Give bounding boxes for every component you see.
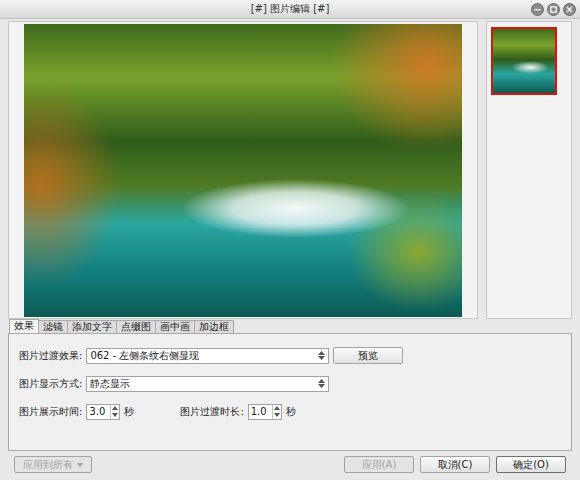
footer: 应用到所有 应用(A) 取消(C) 确定(O) bbox=[8, 451, 572, 473]
dropdown-arrow-icon[interactable] bbox=[318, 351, 325, 360]
spin-up-icon[interactable] bbox=[274, 406, 280, 410]
dialog-button[interactable]: 确定(O) bbox=[496, 456, 566, 473]
spin-up-icon[interactable] bbox=[112, 406, 118, 410]
maximize-icon[interactable] bbox=[547, 3, 560, 16]
dropdown-arrow-icon[interactable] bbox=[77, 463, 83, 467]
effect-panel: 图片过渡效果:062 - 左侧条纹右侧显现预览图片显示方式:静态显示图片展示时间… bbox=[8, 333, 572, 451]
duration-spinbox[interactable]: 1.0 bbox=[248, 404, 282, 420]
thumbnail[interactable] bbox=[491, 27, 557, 95]
tab[interactable]: 效果 bbox=[9, 319, 39, 333]
picture-edit-window: [#] 图片编辑 [#] 效果滤镜添加文字点缀图画中画加边框图片过渡效果: 062 … bbox=[0, 0, 580, 480]
display-label: 图片显示方式: bbox=[19, 377, 82, 391]
tab[interactable]: 滤镜 bbox=[38, 320, 68, 333]
spin-down-icon[interactable] bbox=[274, 413, 280, 417]
thumbnail-list bbox=[486, 21, 572, 319]
preview-photo bbox=[24, 24, 462, 317]
dialog-button[interactable]: 应用(A) bbox=[344, 456, 414, 473]
spin-arrows bbox=[110, 405, 119, 419]
transition-select[interactable]: 062 - 左侧条纹右侧显现 bbox=[86, 348, 329, 364]
preview-panel bbox=[8, 21, 478, 319]
minimize-icon[interactable] bbox=[531, 3, 544, 16]
title-bar: [#] 图片编辑 [#] bbox=[0, 0, 580, 19]
preview-area bbox=[8, 21, 572, 319]
window-title: [#] 图片编辑 [#] bbox=[251, 2, 330, 16]
tab[interactable]: 点缀图 bbox=[116, 320, 156, 333]
tab-bar: 效果滤镜添加文字点缀图画中画加边框 bbox=[8, 319, 572, 333]
display-select[interactable]: 静态显示 bbox=[86, 376, 329, 392]
display-row: 图片显示方式: 静态显示 bbox=[19, 375, 561, 392]
dropdown-arrow-icon[interactable] bbox=[318, 379, 325, 388]
tab[interactable]: 加边框 bbox=[194, 320, 234, 333]
transition-label: 图片过渡效果: bbox=[19, 349, 82, 363]
duration-unit: 秒 bbox=[124, 405, 134, 419]
spin-arrows bbox=[272, 405, 281, 419]
dialog-button[interactable]: 取消(C) bbox=[420, 456, 490, 473]
window-controls bbox=[531, 3, 576, 16]
close-icon[interactable] bbox=[563, 3, 576, 16]
body: 效果滤镜添加文字点缀图画中画加边框图片过渡效果: 062 - 左侧条纹右侧显现预览… bbox=[0, 19, 580, 480]
preview-button[interactable]: 预览 bbox=[333, 347, 403, 364]
duration-row: 图片展示时间: 3.0 秒 图片过渡时长: 1.0 秒 bbox=[19, 403, 561, 420]
tab[interactable]: 画中画 bbox=[155, 320, 195, 333]
duration-label: 图片展示时间: bbox=[19, 405, 82, 419]
transition-row: 图片过渡效果: 062 - 左侧条纹右侧显现预览 bbox=[19, 347, 561, 364]
spin-down-icon[interactable] bbox=[112, 413, 118, 417]
dialog-buttons: 应用(A) 取消(C) 确定(O) bbox=[344, 456, 566, 473]
duration-label: 图片过渡时长: bbox=[180, 405, 243, 419]
apply-all-button[interactable]: 应用到所有 bbox=[14, 456, 92, 473]
duration-unit: 秒 bbox=[286, 405, 296, 419]
tab[interactable]: 添加文字 bbox=[67, 320, 117, 333]
duration-spinbox[interactable]: 3.0 bbox=[86, 404, 120, 420]
